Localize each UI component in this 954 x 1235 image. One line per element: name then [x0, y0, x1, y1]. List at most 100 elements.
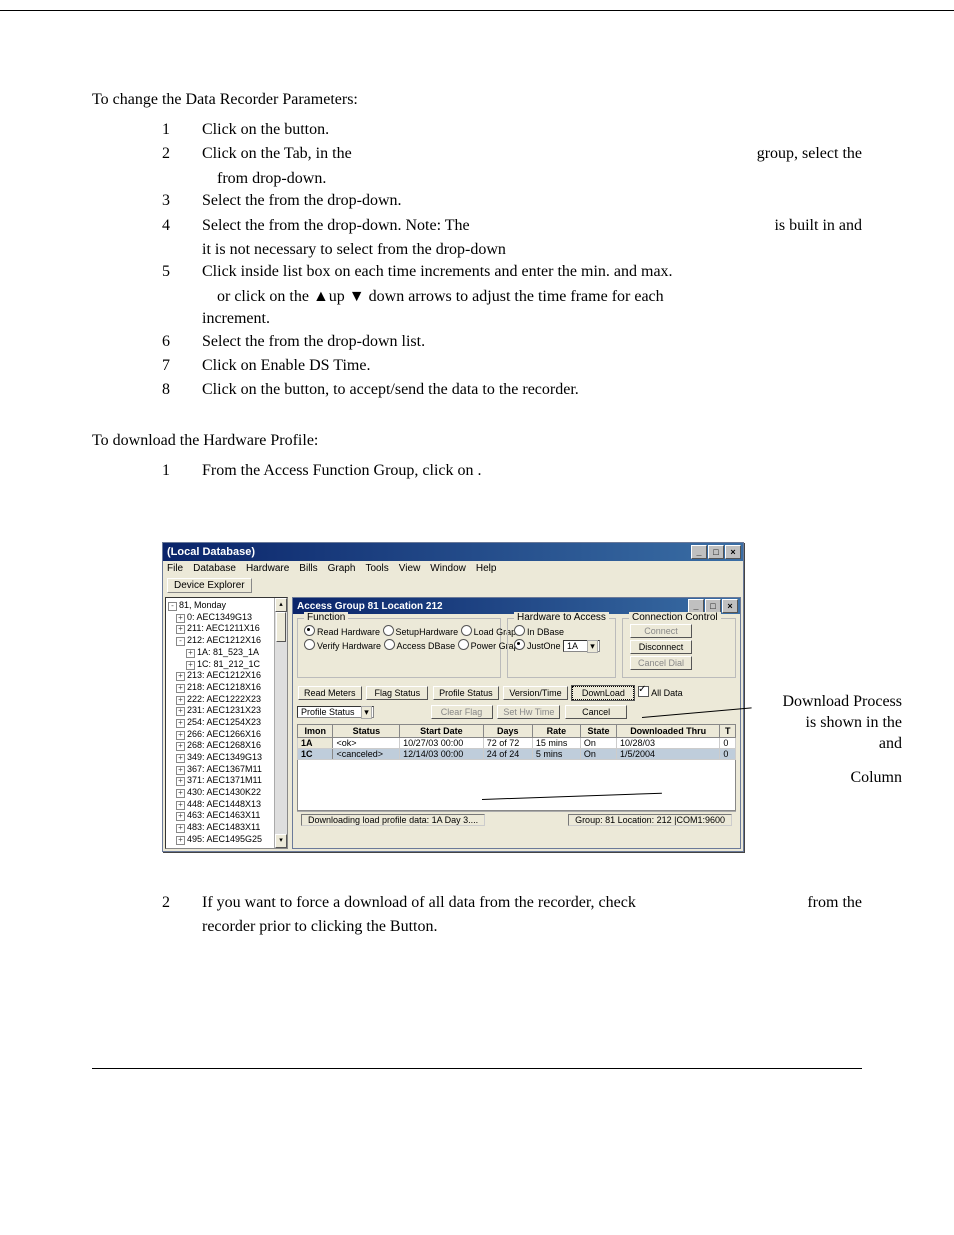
scroll-thumb[interactable]: [276, 612, 286, 642]
col-t[interactable]: T: [720, 725, 736, 738]
radio-in-dbase[interactable]: [514, 625, 525, 636]
flag-status-button[interactable]: Flag Status: [366, 686, 428, 700]
expand-icon[interactable]: +: [186, 661, 195, 670]
expand-icon[interactable]: +: [176, 789, 185, 798]
col-days[interactable]: Days: [483, 725, 532, 738]
version-time-button[interactable]: Version/Time: [503, 686, 567, 700]
connect-button[interactable]: Connect: [630, 624, 692, 638]
radio-load-graph[interactable]: [461, 625, 472, 636]
expand-icon[interactable]: +: [176, 777, 185, 786]
col-status[interactable]: Status: [333, 725, 400, 738]
radio-power-graph[interactable]: [458, 639, 469, 650]
expand-icon[interactable]: +: [176, 801, 185, 810]
app-titlebar[interactable]: (Local Database) _ □ ×: [163, 543, 743, 561]
table-row[interactable]: 1C <canceled> 12/14/03 00:00 24 of 24 5 …: [298, 749, 736, 760]
expand-icon[interactable]: +: [176, 742, 185, 751]
expand-icon[interactable]: +: [186, 649, 195, 658]
expand-icon[interactable]: +: [176, 684, 185, 693]
menu-tools[interactable]: Tools: [365, 563, 388, 574]
maximize-icon[interactable]: □: [708, 545, 724, 559]
expand-icon[interactable]: +: [176, 614, 185, 623]
read-meters-button[interactable]: Read Meters: [298, 686, 362, 700]
menu-window[interactable]: Window: [430, 563, 466, 574]
expand-icon[interactable]: +: [176, 836, 185, 845]
tree-node[interactable]: +371: AEC1371M11: [168, 775, 285, 787]
tree-node[interactable]: -212: AEC1212X16: [168, 635, 285, 647]
all-data-checkbox[interactable]: [638, 686, 649, 697]
expand-icon[interactable]: +: [176, 754, 185, 763]
menu-hardware[interactable]: Hardware: [246, 563, 289, 574]
embedded-screenshot: (Local Database) _ □ × File Database Har…: [162, 542, 862, 851]
cancel-button[interactable]: Cancel: [565, 705, 627, 719]
tree-node[interactable]: +254: AEC1254X23: [168, 717, 285, 729]
hardware-select[interactable]: 1A: [563, 640, 600, 652]
expand-icon[interactable]: +: [176, 766, 185, 775]
disconnect-button[interactable]: Disconnect: [630, 640, 692, 654]
clear-flag-button[interactable]: Clear Flag: [431, 705, 493, 719]
minimize-icon[interactable]: _: [691, 545, 707, 559]
table-row[interactable]: 1A <ok> 10/27/03 00:00 72 of 72 15 mins …: [298, 738, 736, 749]
tree-node[interactable]: +213: AEC1212X16: [168, 670, 285, 682]
expand-icon[interactable]: -: [176, 637, 185, 646]
col-rate[interactable]: Rate: [532, 725, 580, 738]
tree-node[interactable]: +218: AEC1218X16: [168, 682, 285, 694]
minimize-icon[interactable]: _: [688, 599, 704, 613]
tree-node[interactable]: +1C: 81_212_1C: [168, 659, 285, 671]
tree-node[interactable]: +0: AEC1349G13: [168, 612, 285, 624]
menu-help[interactable]: Help: [476, 563, 497, 574]
maximize-icon[interactable]: □: [705, 599, 721, 613]
col-downloaded-thru[interactable]: Downloaded Thru: [617, 725, 720, 738]
step-num: 8: [162, 379, 202, 401]
expand-icon[interactable]: +: [176, 625, 185, 634]
cancel-dial-button[interactable]: Cancel Dial: [630, 656, 692, 670]
radio-setup-hardware[interactable]: [383, 625, 394, 636]
menu-bills[interactable]: Bills: [299, 563, 317, 574]
tree-node[interactable]: +448: AEC1448X13: [168, 799, 285, 811]
radio-read-hardware[interactable]: [304, 625, 315, 636]
close-icon[interactable]: ×: [722, 599, 738, 613]
device-explorer-button[interactable]: Device Explorer: [167, 578, 252, 593]
expand-icon[interactable]: +: [176, 672, 185, 681]
scrollbar-vertical[interactable]: ▴ ▾: [274, 598, 287, 847]
expand-icon[interactable]: +: [176, 824, 185, 833]
expand-icon[interactable]: -: [168, 602, 177, 611]
scroll-down-icon[interactable]: ▾: [275, 834, 287, 848]
tree-node[interactable]: +349: AEC1349G13: [168, 752, 285, 764]
expand-icon[interactable]: +: [176, 731, 185, 740]
col-state[interactable]: State: [580, 725, 616, 738]
scroll-up-icon[interactable]: ▴: [275, 598, 287, 612]
radio-verify-hardware[interactable]: [304, 639, 315, 650]
download-button[interactable]: DownLoad: [572, 686, 634, 700]
radio-access-dbase[interactable]: [384, 639, 395, 650]
radio-just-one[interactable]: [514, 639, 525, 650]
tree-node[interactable]: +463: AEC1463X11: [168, 810, 285, 822]
expand-icon[interactable]: +: [176, 812, 185, 821]
tree-node[interactable]: +211: AEC1211X16: [168, 623, 285, 635]
tree-node[interactable]: +483: AEC1483X11: [168, 822, 285, 834]
tree-node[interactable]: +268: AEC1268X16: [168, 740, 285, 752]
expand-icon[interactable]: +: [176, 707, 185, 716]
menu-database[interactable]: Database: [193, 563, 236, 574]
col-imon[interactable]: Imon: [298, 725, 333, 738]
profile-status-select[interactable]: Profile Status: [297, 706, 374, 718]
tree-node[interactable]: -81, Monday: [168, 600, 285, 612]
tree-node[interactable]: +495: AEC1495G25: [168, 834, 285, 846]
expand-icon[interactable]: +: [176, 696, 185, 705]
device-tree[interactable]: -81, Monday+0: AEC1349G13+211: AEC1211X1…: [165, 597, 288, 848]
menu-file[interactable]: File: [167, 563, 183, 574]
tree-node[interactable]: +1A: 81_523_1A: [168, 647, 285, 659]
profile-status-button[interactable]: Profile Status: [433, 686, 499, 700]
tree-node[interactable]: +266: AEC1266X16: [168, 729, 285, 741]
set-hw-time-button[interactable]: Set Hw Time: [497, 705, 560, 719]
download-table[interactable]: Imon Status Start Date Days Rate State D…: [297, 724, 736, 760]
tree-node[interactable]: +367: AEC1367M11: [168, 764, 285, 776]
tree-node[interactable]: +430: AEC1430K22: [168, 787, 285, 799]
col-start-date[interactable]: Start Date: [400, 725, 484, 738]
tree-node[interactable]: +231: AEC1231X23: [168, 705, 285, 717]
menu-graph[interactable]: Graph: [328, 563, 356, 574]
tree-node[interactable]: +222: AEC1222X23: [168, 694, 285, 706]
close-icon[interactable]: ×: [725, 545, 741, 559]
menu-view[interactable]: View: [399, 563, 421, 574]
menubar[interactable]: File Database Hardware Bills Graph Tools…: [163, 561, 743, 576]
expand-icon[interactable]: +: [176, 719, 185, 728]
